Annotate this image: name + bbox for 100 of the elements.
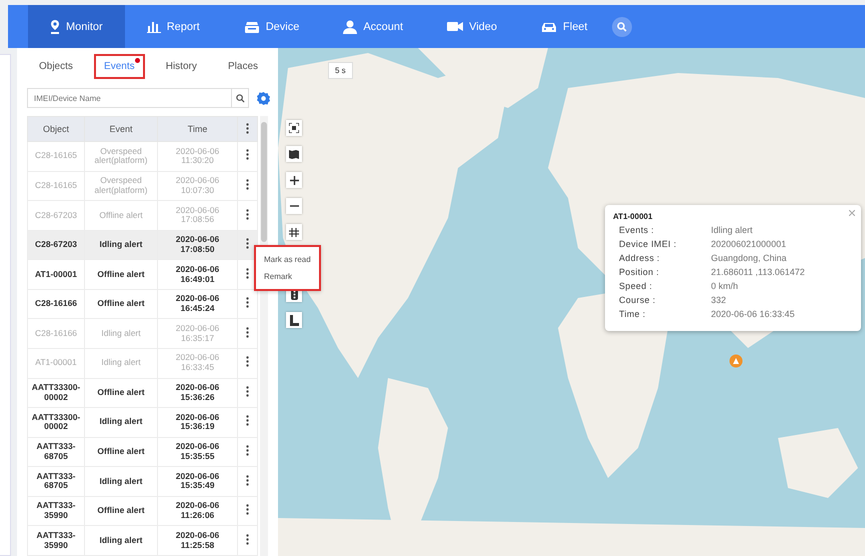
table-cell: AT1-00001 [28,348,84,378]
more-icon[interactable] [246,297,249,308]
row-menu-button[interactable] [244,474,251,486]
table-cell: C28-16165 [28,171,84,201]
vehicle-marker-icon[interactable] [729,354,743,368]
table-cell: 2020-06-06 15:35:49 [158,466,238,496]
panel-tab[interactable]: History [156,54,207,78]
table-cell: 2020-06-06 16:45:24 [158,289,238,319]
table-cell: AT1-00001 [28,260,84,290]
row-menu-button[interactable] [244,297,251,308]
nav-tab[interactable]: Monitor [28,5,125,48]
zoom-out-button[interactable] [286,198,302,214]
plus-icon [290,176,298,184]
table-cell: 2020-06-06 11:25:58 [158,526,238,556]
table-cell: Idling alert [84,466,158,496]
table-cell: Offline alert [84,200,158,230]
row-menu-button[interactable] [244,178,251,190]
column-header: Event [84,116,158,142]
nav-tab[interactable]: Device [222,5,322,48]
more-icon[interactable] [246,386,249,397]
map-icon [289,149,299,159]
more-icon[interactable] [246,149,249,160]
map-layers-button[interactable] [286,146,302,162]
nav-tab[interactable]: Account [321,5,426,48]
table-cell: Offline alert [84,378,158,408]
device-icon [244,20,260,32]
field-value: Guangdong, China [711,253,788,263]
menu-item[interactable]: Mark as read [256,251,319,268]
more-icon[interactable] [246,208,249,220]
fullscreen-icon [289,123,299,133]
row-menu-button[interactable] [244,415,251,426]
more-icon[interactable] [246,238,249,250]
table-cell: AATT33300-00002 [28,378,84,408]
settings-icon[interactable] [257,92,270,104]
nav-tab[interactable]: Video [425,5,520,48]
search-button[interactable] [612,16,632,36]
nav-tab[interactable]: Report [124,5,222,48]
row-menu-button[interactable] [244,534,251,545]
more-icon[interactable] [246,356,249,368]
field-value: Idling alert [711,225,754,235]
field-value: 332 [711,295,728,305]
search-button[interactable] [231,88,249,108]
table-cell: Idling alert [84,230,158,260]
row-menu-button[interactable] [244,208,251,220]
more-icon[interactable] [246,474,249,486]
table-cell: AATT333-35990 [28,526,84,556]
ruler-button[interactable] [286,312,302,328]
table-cell: C28-67203 [28,200,84,230]
field-value: 21.686011 ,113.061472 [711,267,806,277]
video-camera-icon [447,21,464,32]
table-cell: 2020-06-06 11:26:06 [158,496,238,526]
refresh-timer[interactable]: 5 s [328,62,353,79]
close-icon [849,210,855,216]
panel-tab[interactable]: Places [218,54,268,78]
nav-tab[interactable]: Fleet [519,5,610,48]
table-cell: Idling alert [84,318,158,348]
field-value: 202006021000001 [711,239,788,249]
row-menu-button[interactable] [244,238,251,250]
column-menu-icon [246,122,249,134]
field-value: 0 km/h [711,281,740,291]
row-menu-button[interactable] [244,268,251,279]
more-icon[interactable] [246,504,249,516]
table-cell: 2020-06-06 10:07:30 [158,171,238,201]
row-menu-button[interactable] [244,356,251,368]
grid-button[interactable] [286,224,302,240]
row-menu-button[interactable] [244,445,251,456]
popup-title: AT1-00001 [613,212,652,221]
table-cell: 2020-06-06 17:08:50 [158,230,238,260]
more-icon[interactable] [246,415,249,426]
table-cell: 2020-06-06 16:33:45 [158,348,238,378]
zoom-in-button[interactable] [286,172,302,188]
field-label: Position : [619,267,660,277]
column-header: Object [28,116,84,142]
more-icon[interactable] [246,268,249,279]
row-menu-button[interactable] [244,504,251,516]
table-cell: Offline alert [84,289,158,319]
row-menu-button[interactable] [244,149,251,160]
field-value: 2020-06-06 16:33:45 [711,309,796,319]
table-cell: Offline alert [84,260,158,290]
menu-item[interactable]: Remark [256,268,319,285]
row-menu-button[interactable] [244,326,251,338]
table-cell: 2020-06-06 11:30:20 [158,142,238,172]
row-menu-button[interactable] [244,386,251,397]
search-field[interactable]: IMEI/Device Name [27,88,231,108]
panel-tab[interactable]: Objects [29,54,83,78]
table-cell: AATT333-68705 [28,466,84,496]
more-icon[interactable] [246,178,249,190]
more-icon[interactable] [246,326,249,338]
table-cell: Overspeed alert(platform) [84,171,158,201]
more-icon[interactable] [246,445,249,456]
table-cell: Offline alert [84,496,158,526]
table-cell: Idling alert [84,348,158,378]
table-cell: 2020-06-06 15:36:26 [158,378,238,408]
fullscreen-button[interactable] [286,120,302,136]
panel-tab[interactable]: Events [94,54,145,78]
more-icon[interactable] [246,534,249,545]
grid-icon [289,228,299,236]
field-label: Time : [619,309,646,319]
person-icon [343,20,358,34]
table-cell: AATT333-68705 [28,437,84,467]
